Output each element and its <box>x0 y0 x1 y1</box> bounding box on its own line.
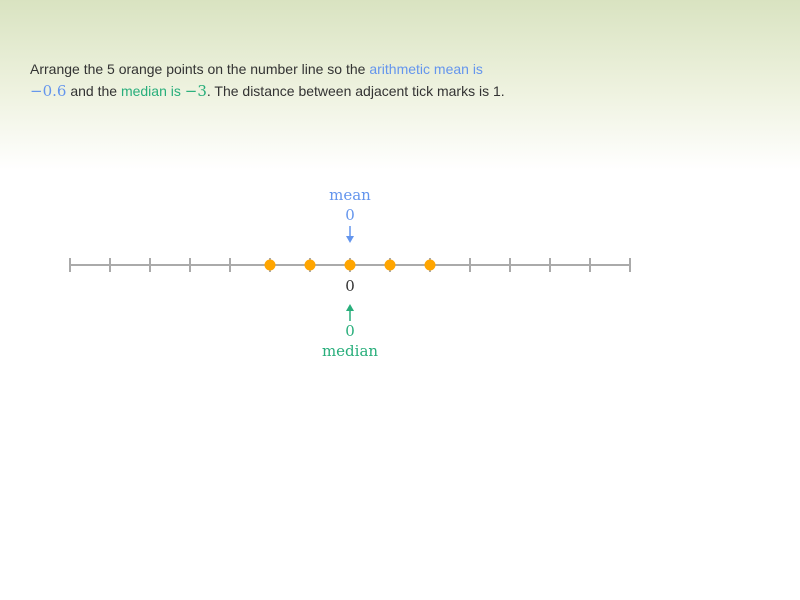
mean-value: 0 <box>345 206 355 224</box>
draggable-point[interactable] <box>304 259 316 271</box>
origin-tick-label: 0 <box>345 277 355 295</box>
median-indicator: 0 median <box>322 304 378 360</box>
median-arrow-icon <box>346 304 354 321</box>
draggable-point[interactable] <box>264 259 276 271</box>
mean-label: mean <box>329 186 371 204</box>
draggable-point[interactable] <box>384 259 396 271</box>
median-label: median <box>322 342 378 360</box>
draggable-point[interactable] <box>344 259 356 271</box>
number-line <box>69 258 631 272</box>
number-line-canvas: mean 0 0 0 median <box>69 186 631 360</box>
draggable-point[interactable] <box>424 259 436 271</box>
mean-indicator: mean 0 <box>329 186 371 243</box>
mean-arrow-icon <box>346 226 354 243</box>
median-value: 0 <box>345 322 355 340</box>
